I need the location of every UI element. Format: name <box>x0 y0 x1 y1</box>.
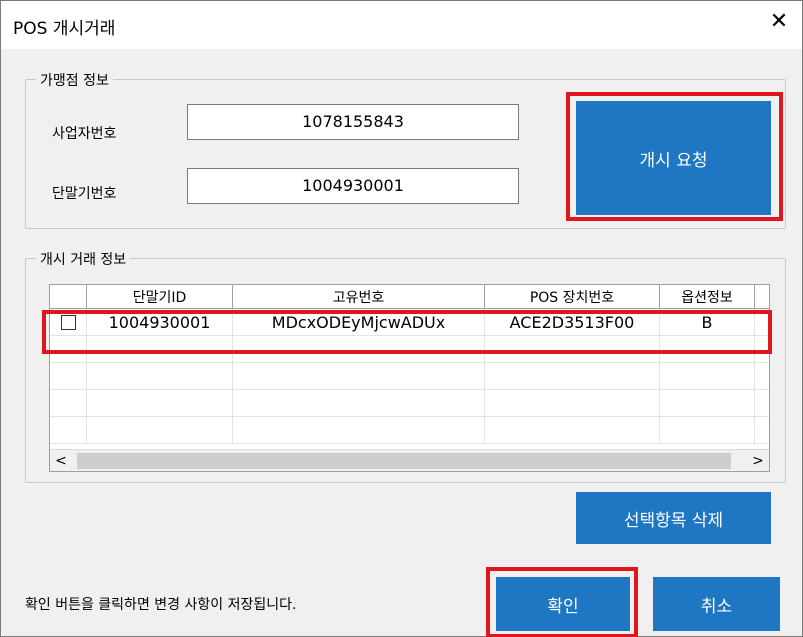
business-number-label: 사업자번호 <box>52 126 117 142</box>
cancel-button[interactable]: 취소 <box>653 577 780 631</box>
open-request-button[interactable]: 개시 요청 <box>576 101 771 215</box>
empty-cell <box>233 336 485 363</box>
close-icon[interactable]: ✕ <box>756 1 802 41</box>
status-text: 확인 버튼을 클릭하면 변경 사항이 저장됩니다. <box>25 597 297 613</box>
title-bar: POS 개시거래 ✕ <box>1 1 802 49</box>
empty-cell <box>660 336 755 363</box>
unique-number-cell: MDcxODEyMjcwADUx <box>233 309 485 336</box>
grid-header: 단말기ID 고유번호 POS 장치번호 옵션정보 <box>50 285 769 309</box>
table-row[interactable]: 1004930001 MDcxODEyMjcwADUx ACE2D3513F00… <box>50 309 769 336</box>
column-header-option-info: 옵션정보 <box>660 285 755 309</box>
empty-row <box>50 363 769 390</box>
terminal-number-label: 단말기번호 <box>52 186 117 202</box>
empty-cell <box>233 363 485 390</box>
empty-cell <box>485 417 660 444</box>
merchant-info-legend: 가맹점 정보 <box>36 70 113 90</box>
business-number-field[interactable]: 1078155843 <box>187 104 519 140</box>
empty-cell <box>660 390 755 417</box>
column-header-terminal-id: 단말기ID <box>87 285 233 309</box>
option-info-cell: B <box>660 309 755 336</box>
empty-cell <box>660 417 755 444</box>
empty-cell <box>485 363 660 390</box>
empty-cell <box>50 417 87 444</box>
horizontal-scrollbar[interactable]: < > <box>50 449 769 471</box>
column-header-unique-number: 고유번호 <box>233 285 485 309</box>
empty-cell <box>50 336 87 363</box>
empty-cell <box>87 336 233 363</box>
pos-open-transaction-dialog: POS 개시거래 ✕ 가맹점 정보 사업자번호 1078155843 단말기번호… <box>0 0 803 637</box>
empty-cell <box>87 417 233 444</box>
empty-row <box>50 417 769 444</box>
empty-cell <box>233 390 485 417</box>
scroll-right-icon[interactable]: > <box>747 450 769 471</box>
delete-selected-button[interactable]: 선택항목 삭제 <box>576 492 771 544</box>
empty-row <box>50 336 769 363</box>
empty-row <box>50 390 769 417</box>
empty-cell <box>87 363 233 390</box>
transaction-grid: 단말기ID 고유번호 POS 장치번호 옵션정보 1004930001 MDcx… <box>49 284 770 472</box>
scroll-thumb[interactable] <box>77 453 731 469</box>
window-title: POS 개시거래 <box>13 19 116 39</box>
empty-cell <box>485 336 660 363</box>
row-checkbox-cell <box>50 309 87 336</box>
column-header-pos-device-number: POS 장치번호 <box>485 285 660 309</box>
transaction-info-legend: 개시 거래 정보 <box>36 249 131 269</box>
empty-cell <box>485 390 660 417</box>
empty-cell <box>660 363 755 390</box>
empty-cell <box>87 390 233 417</box>
pos-device-number-cell: ACE2D3513F00 <box>485 309 660 336</box>
empty-cell <box>50 390 87 417</box>
empty-cell <box>233 417 485 444</box>
column-header-checkbox <box>50 285 87 309</box>
terminal-number-field[interactable]: 1004930001 <box>187 168 519 204</box>
row-checkbox[interactable] <box>61 315 76 330</box>
confirm-button[interactable]: 확인 <box>496 577 630 631</box>
empty-cell <box>50 363 87 390</box>
terminal-id-cell: 1004930001 <box>87 309 233 336</box>
scroll-left-icon[interactable]: < <box>50 450 72 471</box>
